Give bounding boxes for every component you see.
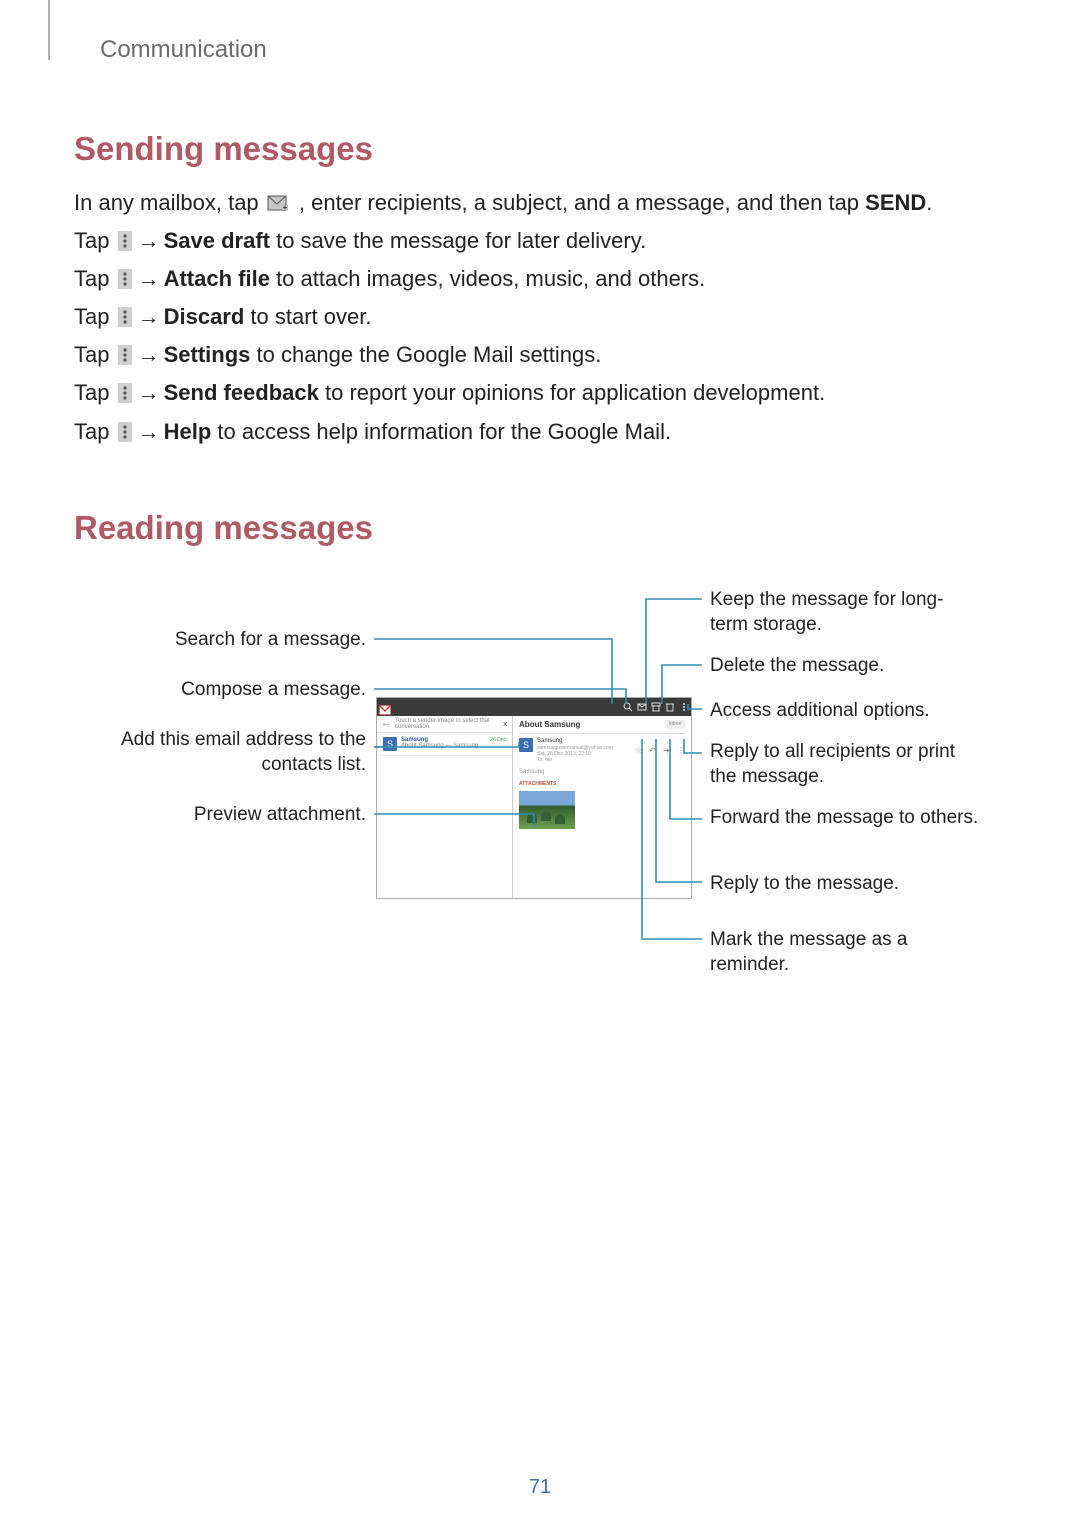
arrow-right-icon: → (138, 224, 160, 258)
arrow-right-icon: → (138, 262, 160, 296)
more-options-icon (679, 702, 689, 712)
callout-search-message: Search for a message. (136, 627, 366, 653)
text: to change the Google Mail settings. (250, 342, 601, 367)
options-dots-icon (118, 418, 132, 438)
left-header-text: Touch a sender image to select that conv… (395, 718, 499, 730)
text: Tap (74, 266, 116, 291)
device-screenshot: ← Touch a sender image to select that co… (376, 697, 692, 899)
menu-item-label: Save draft (164, 228, 270, 253)
message-body: Samsung (519, 769, 685, 775)
back-arrow-icon: ← (381, 718, 391, 729)
to-line: To: me (537, 757, 613, 763)
message-subject: About Samsung (519, 720, 580, 729)
page-number: 71 (0, 1476, 1080, 1499)
sending-instruction: Tap →Help to access help information for… (74, 415, 1006, 449)
callout-mark-reminder: Mark the message as a reminder. (710, 927, 980, 978)
options-dots-icon (118, 379, 132, 399)
search-icon (623, 702, 633, 712)
callout-compose-message: Compose a message. (136, 677, 366, 703)
arrow-right-icon: → (138, 338, 160, 372)
delete-icon (665, 702, 675, 712)
attachment-thumbnail (519, 791, 575, 829)
star-icon: ☆ (635, 746, 643, 755)
breadcrumb: Communication (74, 36, 1006, 64)
reading-diagram: Search for a message. Compose a message.… (74, 587, 1006, 1027)
reply-icon: ↶ (649, 746, 657, 755)
list-preview-text: About Samsung — Samsung (401, 743, 478, 749)
arrow-right-icon: → (138, 300, 160, 334)
text: to start over. (244, 304, 371, 329)
sender-avatar-icon: S (383, 737, 397, 751)
menu-item-label: Send feedback (164, 380, 319, 405)
text: Tap (74, 419, 116, 444)
options-dots-icon (118, 227, 132, 247)
options-dots-icon (118, 303, 132, 323)
sending-instruction: Tap →Attach file to attach images, video… (74, 262, 1006, 296)
arrow-right-icon: → (138, 376, 160, 410)
heading-sending-messages: Sending messages (74, 130, 1006, 168)
menu-item-label: Attach file (164, 266, 270, 291)
text: Tap (74, 228, 116, 253)
callout-reply: Reply to the message. (710, 871, 980, 897)
callout-additional-options: Access additional options. (710, 698, 980, 724)
text: to save the message for later delivery. (270, 228, 646, 253)
callout-add-contact: Add this email address to the contacts l… (114, 727, 366, 778)
sender-email: samsungusermanual@yahoo.com (537, 745, 613, 751)
attachments-label: ATTACHMENTS (519, 781, 685, 787)
list-date: 26 Dec (490, 737, 506, 751)
menu-item-label: Settings (164, 342, 251, 367)
archive-icon (651, 702, 661, 712)
text: to access help information for the Googl… (211, 419, 671, 444)
text: Tap (74, 342, 116, 367)
text: , enter recipients, a subject, and a mes… (299, 190, 865, 215)
compose-mail-icon (267, 189, 291, 209)
text: In any mailbox, tap (74, 190, 265, 215)
sender-avatar-icon: S (519, 738, 533, 752)
arrow-right-icon: → (138, 415, 160, 449)
heading-reading-messages: Reading messages (74, 509, 1006, 547)
callout-keep-storage: Keep the message for long-term storage. (710, 587, 980, 638)
text: Tap (74, 380, 116, 405)
inbox-badge: Inbox (665, 720, 685, 729)
options-dots-icon (118, 265, 132, 285)
forward-icon: ➔ (663, 746, 671, 755)
text: to report your opinions for application … (319, 380, 825, 405)
send-label: SEND (865, 190, 926, 215)
text: . (926, 190, 932, 215)
menu-item-label: Help (164, 419, 212, 444)
options-dots-icon (118, 341, 132, 361)
sending-intro: In any mailbox, tap , enter recipients, … (74, 186, 1006, 220)
callout-delete: Delete the message. (710, 653, 980, 679)
text: to attach images, videos, music, and oth… (270, 266, 705, 291)
sending-instruction: Tap →Send feedback to report your opinio… (74, 376, 1006, 410)
gmail-logo-icon (379, 702, 391, 712)
callout-preview-attachment: Preview attachment. (136, 802, 366, 828)
callout-forward: Forward the message to others. (710, 805, 980, 831)
sending-instruction: Tap →Discard to start over. (74, 300, 1006, 334)
callout-reply-all-print: Reply to all recipients or print the mes… (710, 739, 980, 790)
sending-instruction: Tap →Save draft to save the message for … (74, 224, 1006, 258)
sending-instruction: Tap →Settings to change the Google Mail … (74, 338, 1006, 372)
text: Tap (74, 304, 116, 329)
sender-name: Samsung (537, 738, 613, 745)
message-more-icon: ⋮ (677, 746, 685, 755)
compose-icon (637, 702, 647, 712)
menu-item-label: Discard (164, 304, 245, 329)
close-icon: × (503, 719, 508, 729)
